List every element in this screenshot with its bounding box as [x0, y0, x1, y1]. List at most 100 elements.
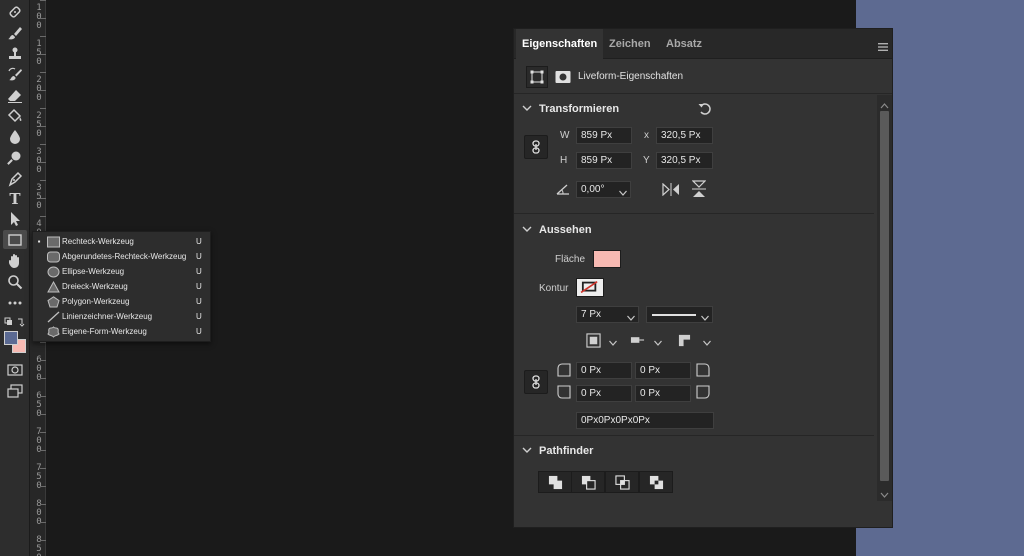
x-position-field[interactable]: 320,5 Px — [656, 127, 713, 144]
properties-title: Liveform-Eigenschaften — [578, 71, 684, 82]
chevron-down-icon — [703, 336, 711, 346]
section-appearance-header[interactable]: Aussehen — [514, 222, 874, 240]
y-label: Y — [643, 155, 650, 166]
scrollbar-thumb[interactable] — [880, 111, 889, 481]
flyout-item-ellipse[interactable]: Ellipse-Werkzeug U — [33, 264, 210, 279]
shortcut-key: U — [196, 312, 202, 321]
flyout-item-polygon[interactable]: Polygon-Werkzeug U — [33, 294, 210, 309]
eraser-icon[interactable] — [3, 86, 27, 105]
flyout-item-abgerundetes-rechteck[interactable]: Abgerundetes-Rechteck-Werkzeug U — [33, 249, 210, 264]
stamp-icon[interactable] — [3, 44, 27, 63]
section-pathfinder-header[interactable]: Pathfinder — [514, 443, 874, 461]
path-selection-icon[interactable] — [3, 209, 27, 228]
stroke-cap-icon — [630, 334, 645, 349]
corner-bottom-right-icon — [696, 385, 710, 402]
chevron-down-icon — [522, 445, 532, 455]
subtract-front-icon[interactable] — [571, 471, 605, 493]
flip-horizontal-icon[interactable] — [662, 182, 680, 199]
rectangle-tool-icon[interactable] — [3, 230, 27, 249]
ruler-tick — [40, 378, 46, 379]
ruler-label: 0 — [36, 93, 42, 103]
paint-bucket-icon[interactable] — [3, 106, 27, 125]
healing-brush-icon[interactable] — [3, 2, 27, 21]
y-position-field[interactable]: 320,5 Px — [656, 152, 713, 169]
link-corners-button[interactable] — [524, 370, 548, 394]
stroke-color-swatch[interactable] — [576, 278, 604, 297]
chevron-down-icon — [701, 311, 709, 321]
stroke-type-dropdown[interactable] — [646, 306, 713, 323]
corner-bottom-right-field[interactable]: 0 Px — [635, 385, 691, 402]
tab-absatz[interactable]: Absatz — [660, 29, 708, 59]
tab-eigenschaften[interactable]: Eigenschaften — [516, 29, 604, 59]
stroke-width-dropdown[interactable]: 7 Px — [576, 306, 639, 323]
scroll-up-icon[interactable] — [880, 99, 889, 109]
flyout-item-dreieck[interactable]: Dreieck-Werkzeug U — [33, 279, 210, 294]
section-transform-header[interactable]: Transformieren — [514, 101, 874, 119]
corner-bottom-left-field[interactable]: 0 Px — [576, 385, 632, 402]
corner-top-right-icon — [696, 363, 710, 380]
swap-colors-icon[interactable] — [4, 316, 28, 328]
corner-top-left-field[interactable]: 0 Px — [576, 362, 632, 379]
shortcut-key: U — [196, 237, 202, 246]
type-glyph: T — [9, 189, 21, 208]
link-dimensions-button[interactable] — [524, 135, 548, 159]
panel-tab-bar: Eigenschaften Zeichen Absatz — [514, 29, 892, 59]
corner-top-left-icon — [557, 363, 571, 380]
corner-radius-combined-field[interactable]: 0Px0Px0Px0Px — [576, 412, 714, 429]
fill-color-swatch[interactable] — [593, 250, 621, 268]
zoom-icon[interactable] — [3, 272, 27, 291]
flyout-item-eigene-form[interactable]: Eigene-Form-Werkzeug U — [33, 324, 210, 339]
ruler-label: 0 — [36, 201, 42, 211]
flyout-item-label: Eigene-Form-Werkzeug — [62, 327, 147, 336]
panel-menu-icon[interactable] — [878, 41, 888, 51]
angle-icon — [556, 183, 570, 198]
scroll-down-icon[interactable] — [880, 488, 889, 498]
stroke-cap-dropdown[interactable] — [625, 332, 665, 349]
flip-vertical-icon[interactable] — [691, 180, 707, 201]
height-field[interactable]: 859 Px — [576, 152, 632, 169]
reset-transform-icon[interactable] — [698, 102, 712, 119]
section-divider — [514, 435, 874, 436]
unite-shapes-icon[interactable] — [538, 471, 572, 493]
blur-drop-icon[interactable] — [3, 127, 27, 146]
foreground-color-swatch[interactable] — [4, 331, 18, 345]
brush-icon[interactable] — [3, 23, 27, 42]
quick-mask-icon[interactable] — [3, 360, 27, 379]
height-label: H — [560, 155, 568, 166]
ruler-tick — [40, 486, 46, 487]
hand-icon[interactable] — [3, 251, 27, 270]
flyout-item-linienzeichner[interactable]: Linienzeichner-Werkzeug U — [33, 309, 210, 324]
mask-icon[interactable] — [552, 66, 574, 88]
stroke-label: Kontur — [539, 283, 569, 294]
stroke-corner-icon — [678, 334, 691, 350]
ruler-tick — [40, 18, 46, 19]
tools-panel: T — [0, 0, 30, 556]
ruler-tick — [40, 162, 46, 163]
stroke-corner-dropdown[interactable] — [674, 332, 714, 349]
panel-scrollbar[interactable] — [877, 95, 892, 501]
history-brush-icon[interactable] — [3, 65, 27, 84]
corner-top-right-field[interactable]: 0 Px — [635, 362, 691, 379]
ruler-label: 0 — [36, 21, 42, 31]
exclude-overlap-icon[interactable] — [639, 471, 673, 493]
ruler-tick — [40, 360, 46, 361]
stroke-align-icon — [586, 333, 601, 351]
intersect-shapes-icon[interactable] — [605, 471, 639, 493]
dodge-icon[interactable] — [3, 148, 27, 167]
screen-mode-icon[interactable] — [3, 381, 27, 400]
width-field[interactable]: 859 Px — [576, 127, 632, 144]
pen-icon[interactable] — [3, 169, 27, 188]
chevron-down-icon — [609, 336, 617, 346]
angle-dropdown[interactable]: 0,00° — [576, 181, 631, 198]
ruler-tick — [40, 108, 46, 109]
ruler-tick — [40, 36, 46, 37]
flyout-item-rechteck[interactable]: ▪ Rechteck-Werkzeug U — [33, 234, 210, 249]
tab-zeichen[interactable]: Zeichen — [603, 29, 657, 59]
live-shape-icon[interactable] — [526, 66, 548, 88]
more-tools-icon[interactable] — [3, 293, 27, 312]
type-icon[interactable]: T — [3, 189, 27, 208]
triangle-icon — [45, 280, 62, 294]
flyout-item-label: Polygon-Werkzeug — [62, 297, 130, 306]
stroke-align-dropdown[interactable] — [584, 332, 620, 349]
section-divider — [514, 213, 874, 214]
